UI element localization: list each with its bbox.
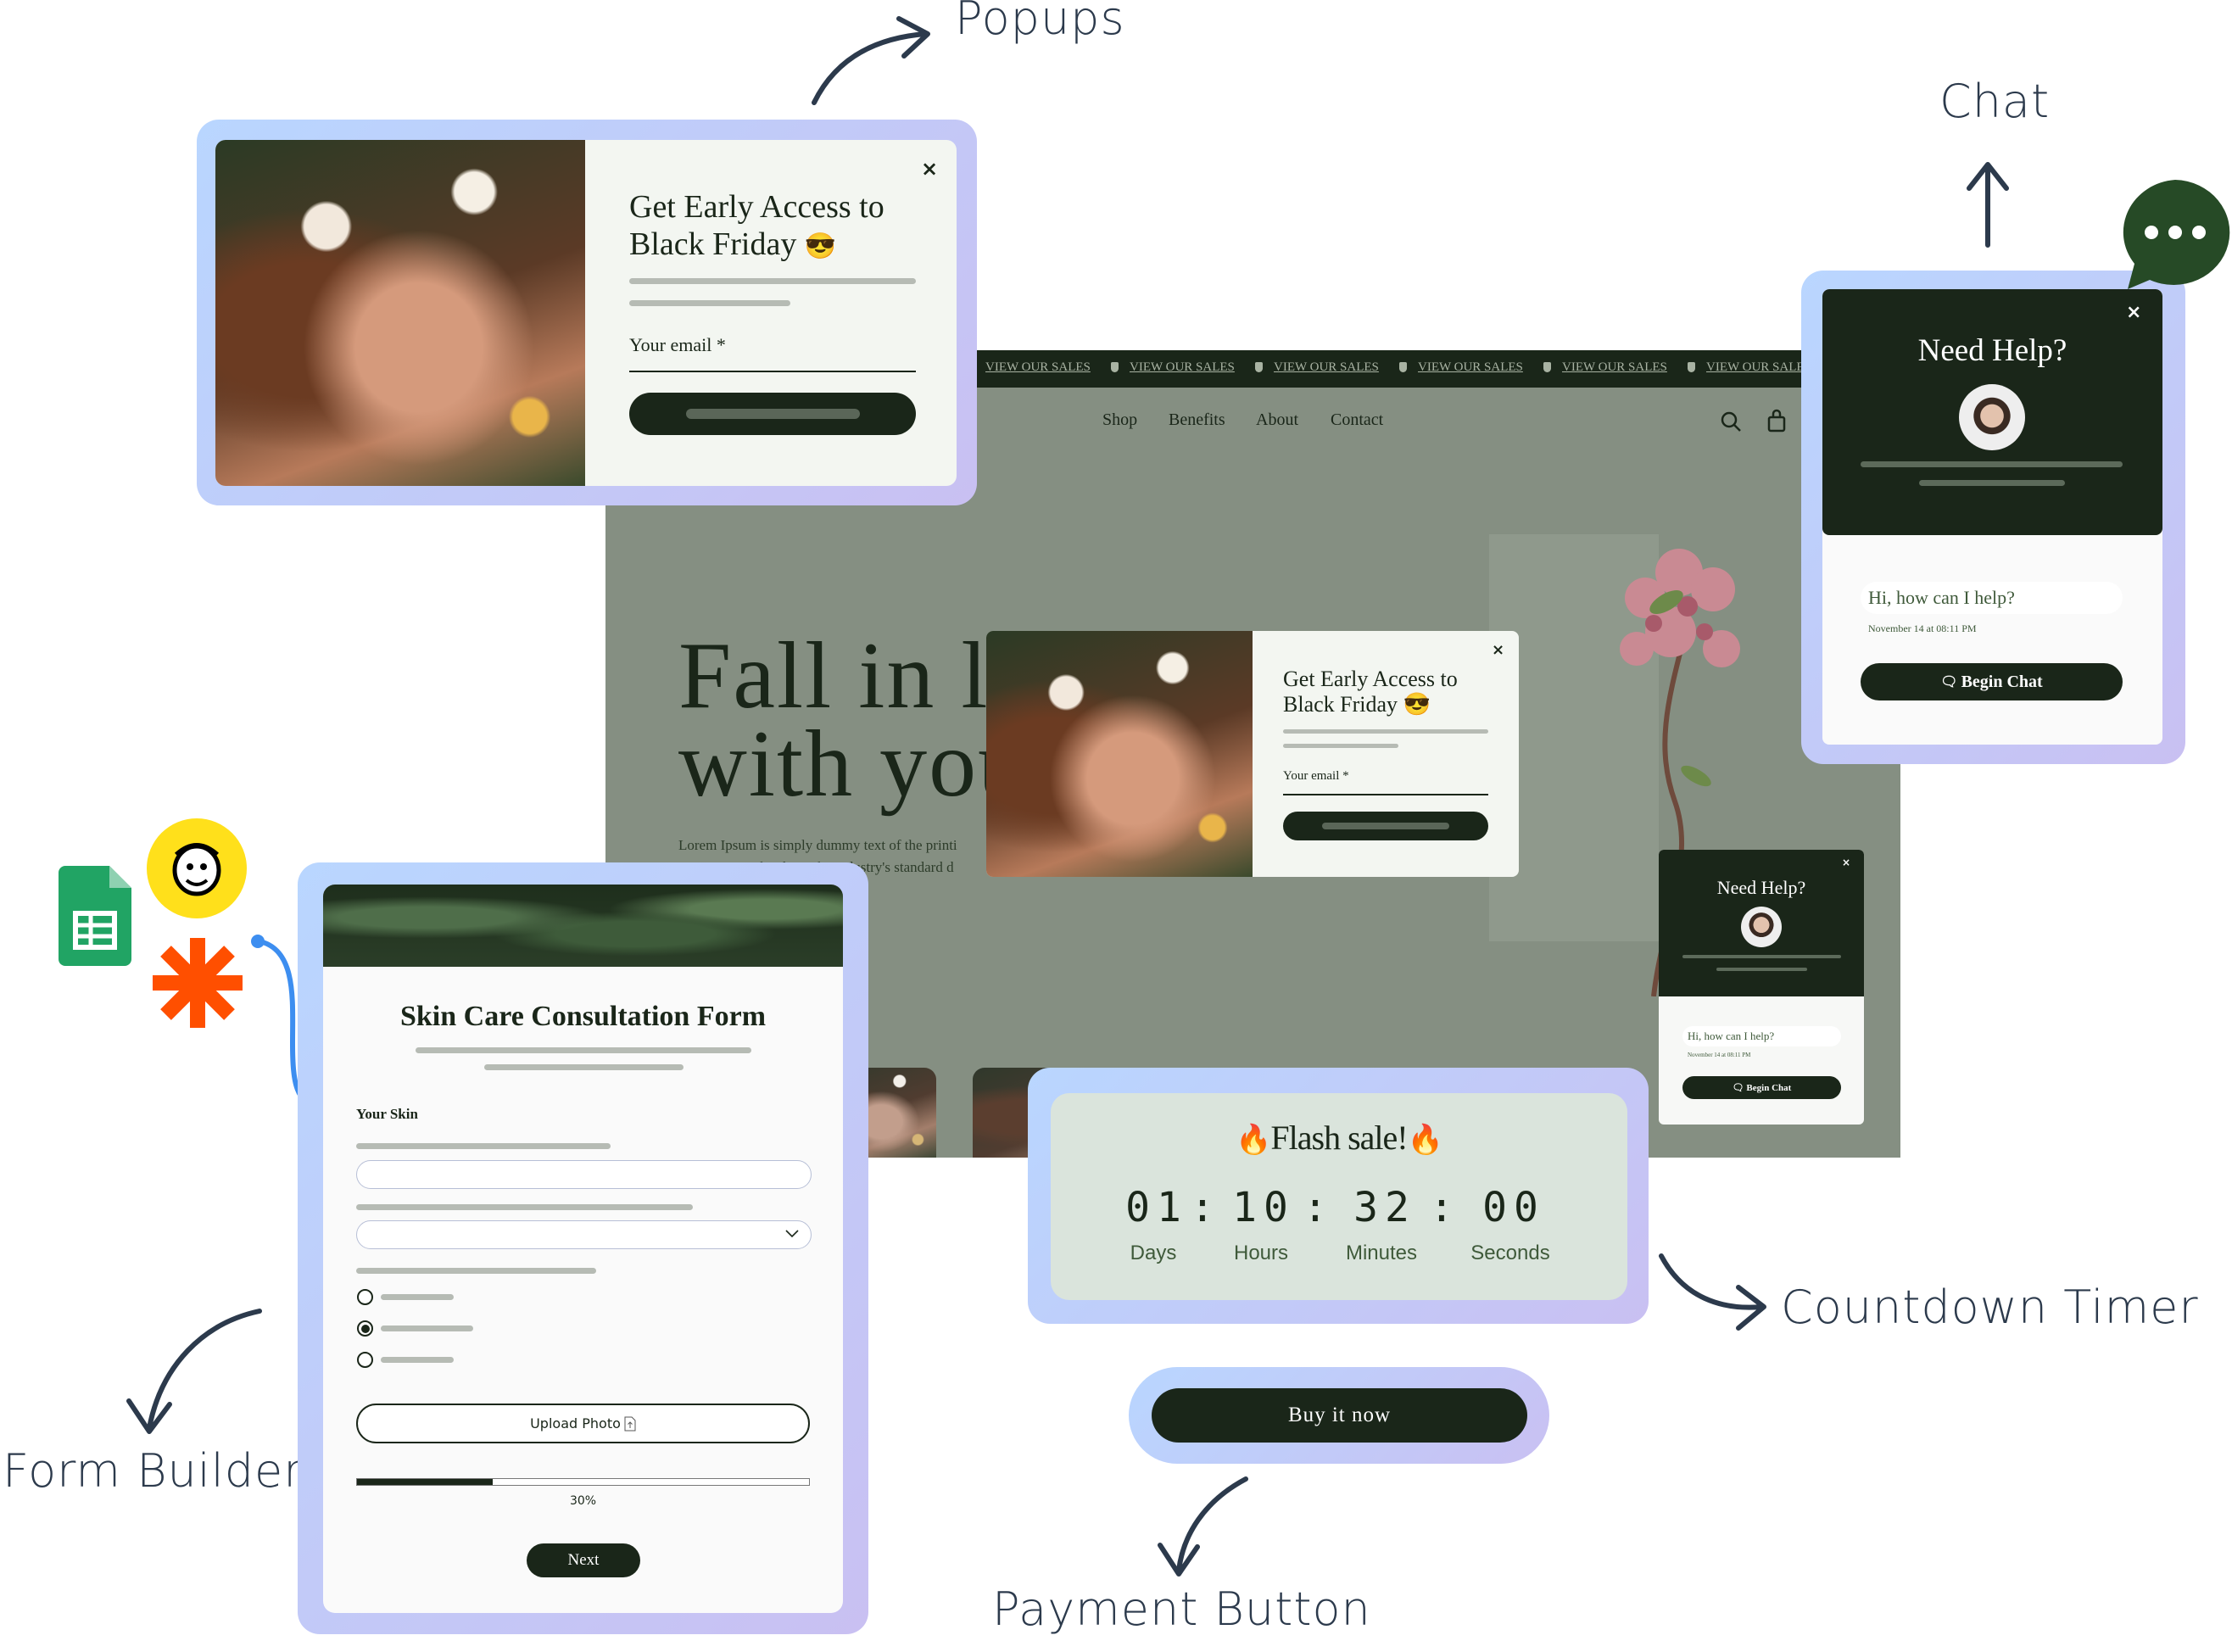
fire-icon: 🔥: [1236, 1125, 1271, 1156]
email-label: Your email *: [629, 334, 726, 355]
begin-chat-button[interactable]: 🗨 Begin Chat: [1861, 663, 2123, 700]
topbar-sales-link[interactable]: VIEW OUR SALES: [1706, 360, 1811, 375]
popup-title-line-2: Black Friday: [1283, 692, 1398, 717]
arrow-countdown: [1659, 1253, 1766, 1331]
unit-minutes: Minutes: [1345, 1242, 1418, 1264]
radio-option-2[interactable]: [357, 1320, 373, 1337]
arrow-popups: [812, 16, 930, 105]
begin-chat-button[interactable]: 🗨 Begin Chat: [1682, 1076, 1841, 1099]
topbar-sales-link[interactable]: VIEW OUR SALES: [1274, 360, 1379, 375]
timer-title: 🔥Flash sale!🔥: [1051, 1118, 1627, 1158]
popup-title-line-1: Get Early Access to: [629, 189, 884, 225]
tag-icon: [1688, 362, 1695, 372]
form-title: Skin Care Consultation Form: [399, 1001, 767, 1032]
google-sheets-icon: [59, 866, 131, 966]
tag-icon: [1543, 362, 1551, 372]
timer-separator: :: [1429, 1184, 1461, 1231]
timer-seconds: 00: [1482, 1184, 1545, 1231]
progress-label: 30%: [569, 1494, 597, 1508]
chat-title: Need Help?: [1917, 333, 2067, 368]
chat-bubble-icon[interactable]: [2116, 176, 2232, 294]
unit-seconds: Seconds: [1470, 1242, 1550, 1264]
fire-icon: 🔥: [1407, 1125, 1443, 1156]
nav-about[interactable]: About: [1256, 410, 1298, 430]
chat-message: Hi, how can I help?: [1682, 1026, 1841, 1046]
popup-title-line-2: Black Friday: [629, 226, 797, 262]
email-input[interactable]: [1283, 794, 1488, 795]
hero-body-line-1: Lorem Ipsum is simply dummy text of the …: [678, 837, 957, 853]
chat-timestamp: November 14 at 08:11 PM: [1688, 1052, 1751, 1058]
upload-photo-label: Upload Photo: [530, 1415, 621, 1432]
email-label: Your email *: [1283, 769, 1349, 783]
tag-icon: [1399, 362, 1407, 372]
sunglasses-emoji-icon: 😎: [804, 232, 837, 260]
mailchimp-icon: [147, 818, 247, 918]
arrow-payment: [1158, 1476, 1248, 1577]
close-icon[interactable]: ×: [1842, 857, 1850, 868]
timer-separator: :: [1190, 1184, 1222, 1231]
sunglasses-emoji-icon: 😎: [1403, 692, 1431, 717]
topbar-sales-link[interactable]: VIEW OUR SALES: [1418, 360, 1523, 375]
hero-headline: Fall in lo with you: [678, 623, 1039, 817]
timer-hours: 10: [1232, 1184, 1295, 1231]
chat-bubbles-icon: 🗨: [1732, 1083, 1747, 1093]
unit-days: Days: [1130, 1242, 1177, 1264]
email-input[interactable]: [629, 371, 916, 372]
radio-option-3[interactable]: [357, 1352, 373, 1368]
bag-icon[interactable]: [1766, 409, 1787, 433]
chat-message: Hi, how can I help?: [1861, 582, 2123, 614]
unit-hours: Hours: [1233, 1242, 1289, 1264]
close-icon[interactable]: ×: [921, 157, 938, 181]
tag-icon: [1255, 362, 1263, 372]
upload-photo-button[interactable]: Upload Photo: [356, 1404, 810, 1443]
select-dropdown[interactable]: [356, 1220, 812, 1249]
nav-contact[interactable]: Contact: [1331, 410, 1383, 430]
chat-title: Need Help?: [1716, 877, 1806, 898]
begin-chat-label: Begin Chat: [1961, 672, 2043, 691]
text-input[interactable]: [356, 1160, 812, 1189]
tag-icon: [1111, 362, 1119, 372]
timer-minutes: 32: [1353, 1184, 1416, 1231]
buy-now-button[interactable]: Buy it now: [1152, 1388, 1527, 1443]
nav-shop[interactable]: Shop: [1102, 410, 1137, 430]
chevron-down-icon: [785, 1230, 799, 1238]
arrow-chat: [1967, 162, 2009, 248]
avatar: [1959, 384, 2025, 450]
form-progress-bar: [356, 1478, 810, 1486]
file-upload-icon: [624, 1416, 636, 1431]
chat-bubbles-icon: 🗨: [1940, 675, 1961, 689]
zapier-icon: [153, 938, 243, 1028]
begin-chat-label: Begin Chat: [1746, 1082, 1792, 1093]
popup-image: [215, 140, 585, 486]
popup-title: Get Early Access to Black Friday 😎: [629, 188, 884, 265]
topbar-sales-link[interactable]: VIEW OUR SALES: [985, 360, 1091, 375]
submit-button[interactable]: [1283, 812, 1488, 840]
search-icon[interactable]: [1720, 410, 1742, 433]
form-header-image: [323, 885, 843, 967]
site-popup-title: Get Early Access to Black Friday 😎: [1283, 667, 1458, 717]
submit-button[interactable]: [629, 393, 916, 435]
close-icon[interactable]: ×: [2126, 302, 2141, 323]
avatar: [1741, 907, 1782, 947]
popup-title-line-1: Get Early Access to: [1283, 667, 1458, 691]
topbar-sales-link[interactable]: VIEW OUR SALES: [1562, 360, 1667, 375]
hero-headline-line-1: Fall in lo: [678, 623, 1039, 728]
topbar-sales-link[interactable]: VIEW OUR SALES: [1130, 360, 1235, 375]
hero-headline-line-2: with you: [678, 712, 1028, 817]
nav-benefits[interactable]: Benefits: [1169, 410, 1225, 430]
timer-title-text: Flash sale!: [1270, 1119, 1408, 1157]
form-section-label: Your Skin: [356, 1106, 418, 1122]
timer-separator: :: [1303, 1184, 1335, 1231]
timer-days: 01: [1125, 1184, 1188, 1231]
chat-timestamp: November 14 at 08:11 PM: [1868, 622, 1977, 634]
popup-image: [986, 631, 1253, 877]
radio-option-1[interactable]: [357, 1289, 373, 1305]
next-button[interactable]: Next: [527, 1543, 640, 1577]
arrow-form-builder: [126, 1309, 262, 1434]
close-icon[interactable]: ×: [1492, 641, 1504, 659]
